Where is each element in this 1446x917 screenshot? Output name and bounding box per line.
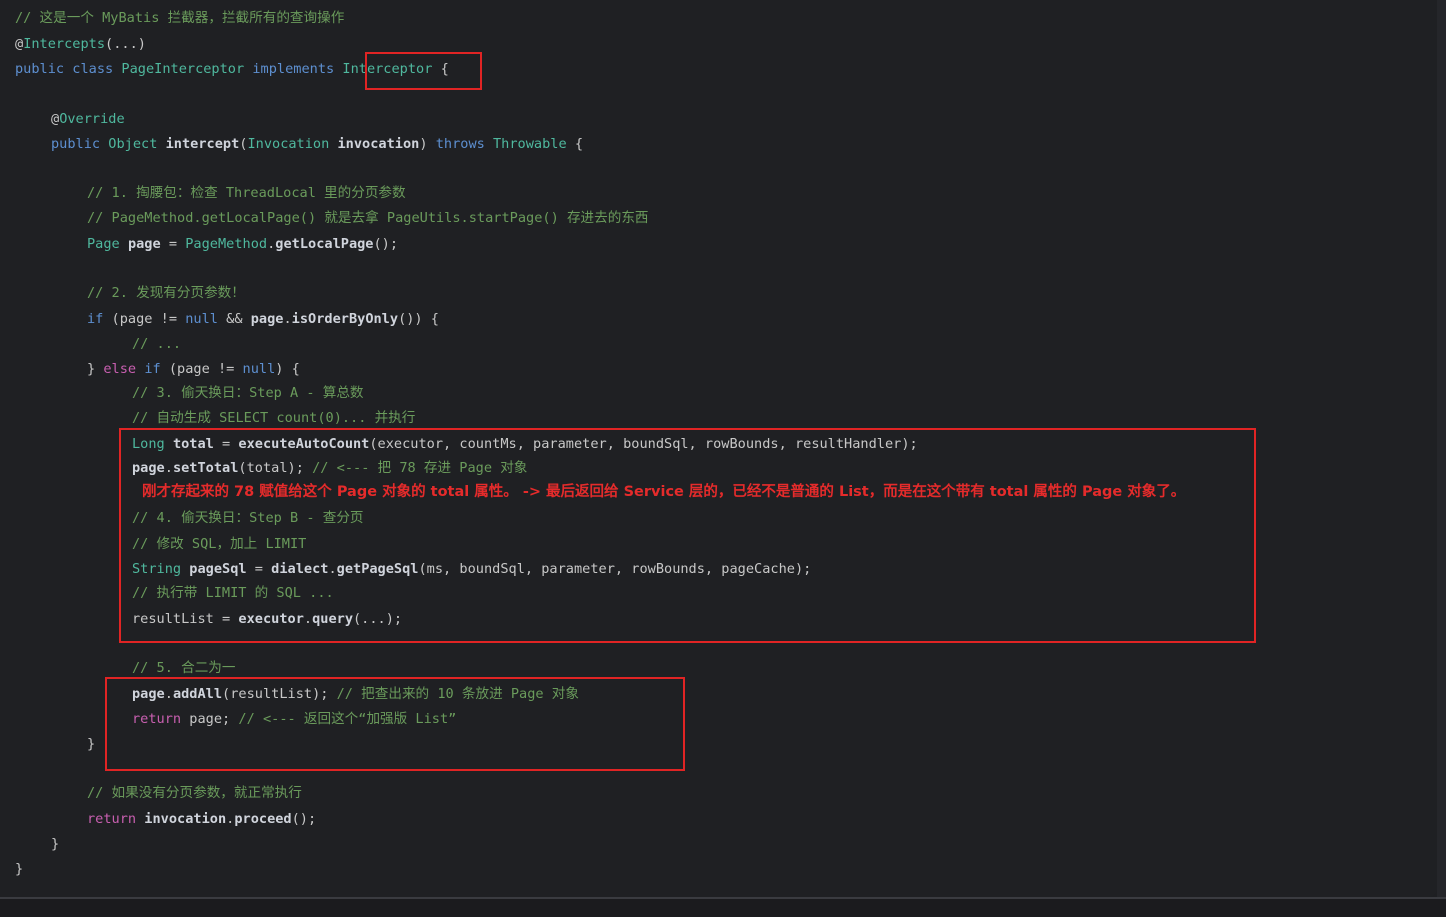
- vertical-scrollbar[interactable]: [1437, 0, 1446, 897]
- code-line: } else if (page != null) {: [87, 361, 300, 377]
- code-line: // ...: [132, 336, 182, 352]
- code-line: if (page != null && page.isOrderByOnly()…: [87, 311, 439, 327]
- code-line: // 1. 掏腰包：检查 ThreadLocal 里的分页参数: [87, 185, 406, 201]
- highlight-box-pagination: [119, 428, 1256, 643]
- code-line: // PageMethod.getLocalPage() 就是去拿 PageUt…: [87, 210, 649, 226]
- code-line: public Object intercept(Invocation invoc…: [51, 136, 584, 152]
- bottom-strip: [0, 897, 1446, 917]
- code-line: // 2. 发现有分页参数！: [87, 285, 245, 301]
- code-line: return invocation.proceed();: [87, 811, 317, 827]
- code-line: @Intercepts(...): [15, 36, 146, 52]
- code-line: }: [87, 736, 96, 752]
- code-line: }: [15, 861, 24, 877]
- annotation-note: 刚才存起来的 78 赋值给这个 Page 对象的 total 属性。 -> 最后…: [142, 484, 1186, 500]
- code-line: }: [51, 836, 60, 852]
- code-editor[interactable]: // 这是一个 MyBatis 拦截器，拦截所有的查询操作 @Intercept…: [0, 0, 1437, 897]
- code-line: @Override: [51, 111, 125, 127]
- highlight-box-return-page: [105, 677, 685, 771]
- code-line: // 这是一个 MyBatis 拦截器，拦截所有的查询操作: [15, 10, 345, 26]
- code-line: Page page = PageMethod.getLocalPage();: [87, 236, 399, 252]
- code-line: // 3. 偷天换日：Step A - 算总数: [132, 385, 364, 401]
- code-line: // 如果没有分页参数，就正常执行: [87, 785, 302, 801]
- highlight-box-interceptor: [365, 52, 482, 90]
